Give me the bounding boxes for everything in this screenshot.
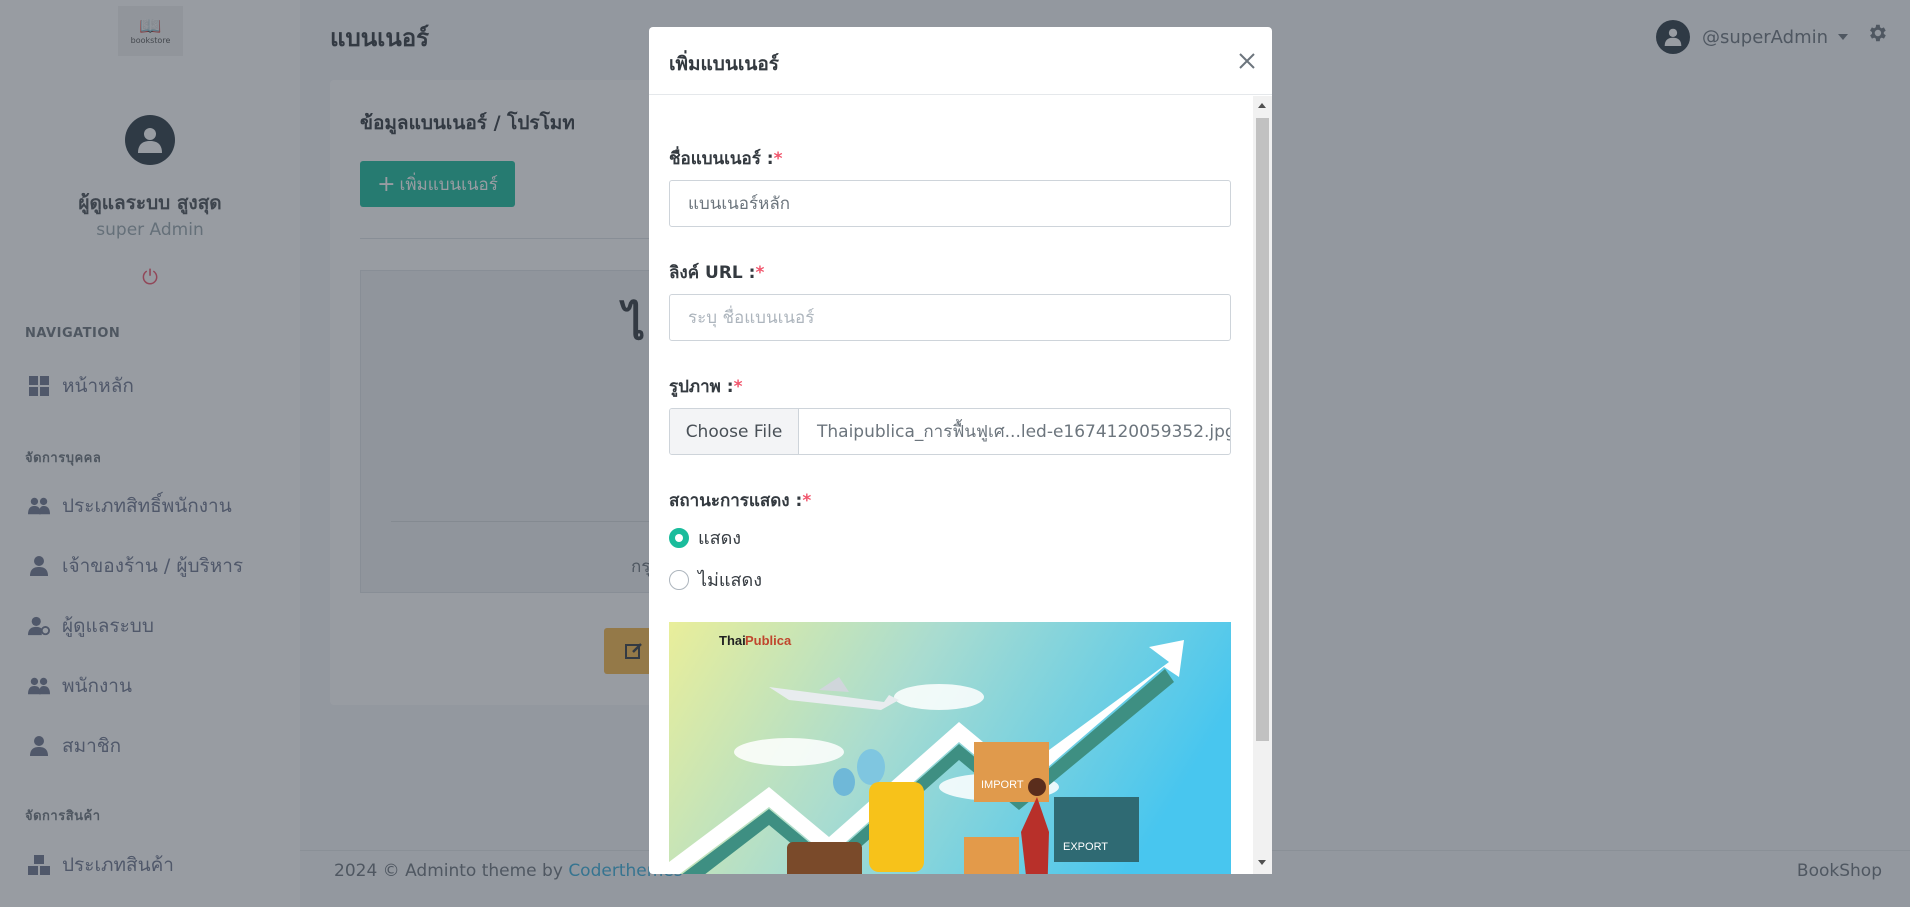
modal-header: เพิ่มแบนเนอร์ — [649, 27, 1272, 95]
banner-url-label: ลิงค์ URL :* — [669, 263, 765, 283]
required-mark: * — [773, 149, 783, 169]
required-mark: * — [802, 491, 812, 511]
preview-import-label: IMPORT — [981, 779, 1024, 791]
modal-body: ชื่อแบนเนอร์ :* แบนเนอร์หลัก ลิงค์ URL :… — [649, 96, 1272, 874]
modal-title: เพิ่มแบนเนอร์ — [669, 53, 779, 75]
radio-button[interactable] — [669, 569, 689, 590]
display-status-label: สถานะการแสดง :* — [669, 491, 812, 511]
banner-image-file-input[interactable]: Choose File Thaipublica_การฟื้นฟูเศ...le… — [669, 408, 1231, 455]
status-option-hide[interactable]: ไม่แสดง — [669, 565, 762, 594]
modal-scrollbar[interactable] — [1253, 96, 1272, 874]
status-option-show[interactable]: แสดง — [669, 523, 741, 552]
radio-label: ไม่แสดง — [698, 570, 762, 591]
close-icon[interactable] — [1234, 48, 1260, 74]
add-banner-modal: เพิ่มแบนเนอร์ ชื่อแบนเนอร์ :* แบนเนอร์หล… — [649, 27, 1272, 874]
preview-brand-publica: Publica — [745, 633, 792, 648]
scroll-up-icon[interactable] — [1258, 103, 1266, 108]
required-mark: * — [733, 377, 743, 397]
scrollbar-thumb[interactable] — [1256, 118, 1269, 741]
scroll-down-icon[interactable] — [1258, 860, 1266, 865]
banner-name-label: ชื่อแบนเนอร์ :* — [669, 149, 783, 169]
radio-label: แสดง — [698, 528, 742, 549]
radio-button[interactable] — [669, 527, 689, 548]
banner-image-preview: Thai Publica IMPORT EXPORT — [669, 622, 1231, 874]
preview-brand-thai: Thai — [719, 633, 746, 648]
required-mark: * — [755, 263, 765, 283]
choose-file-button[interactable]: Choose File — [670, 409, 799, 454]
banner-image-label: รูปภาพ :* — [669, 377, 743, 397]
file-name: Thaipublica_การฟื้นฟูเศ...led-e167412005… — [817, 422, 1230, 442]
banner-name-input[interactable]: แบนเนอร์หลัก — [669, 180, 1231, 227]
banner-url-input[interactable]: ระบุ ชื่อแบนเนอร์ — [669, 294, 1231, 341]
preview-export-label: EXPORT — [1063, 841, 1108, 853]
